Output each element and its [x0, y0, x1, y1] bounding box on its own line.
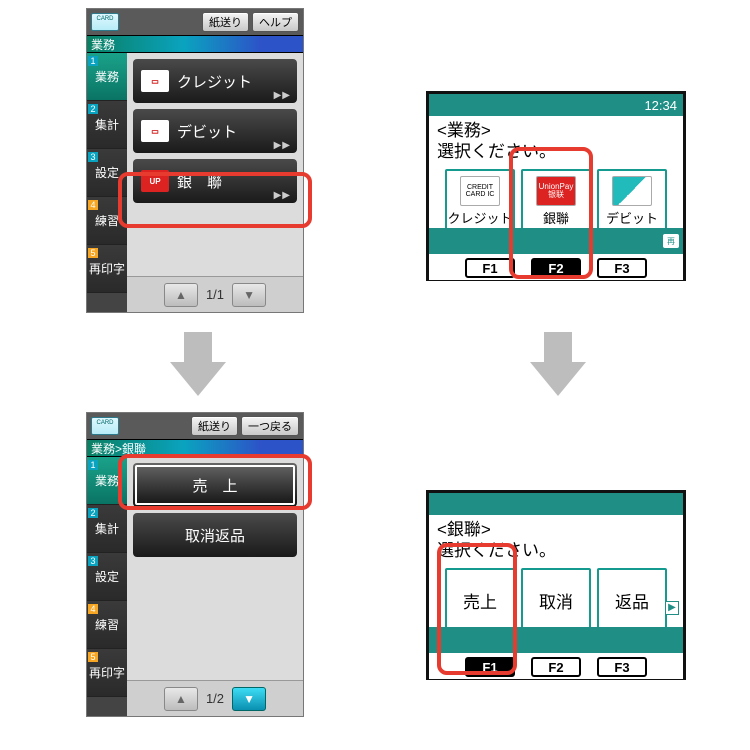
- help-button[interactable]: ヘルプ: [252, 12, 299, 32]
- menu-item-unionpay[interactable]: UP 銀 聯 ▶▶: [133, 159, 297, 203]
- side-tab-renshuu[interactable]: 4練習: [87, 197, 127, 245]
- side-tab-label: 練習: [95, 212, 119, 229]
- page-indicator: 1/1: [206, 287, 224, 302]
- side-tab-label: 業務: [95, 68, 119, 85]
- left-terminal-step1: CARD 紙送り ヘルプ 業務 1業務 2集計 3設定 4練習 5再印字 ▭ ク…: [86, 8, 304, 313]
- side-tab-label: 再印字: [89, 664, 125, 681]
- status-bar: 12:34: [429, 94, 683, 116]
- page-next-button[interactable]: ▼: [232, 283, 266, 307]
- fkey-f2[interactable]: F2: [531, 657, 581, 677]
- option-label: 取消: [539, 588, 573, 613]
- side-tab-label: 再印字: [89, 260, 125, 277]
- clock: 12:34: [644, 98, 677, 113]
- credit-card-icon: CREDIT CARD IC: [460, 176, 500, 206]
- side-tab-saiinji[interactable]: 5再印字: [87, 649, 127, 697]
- back-button[interactable]: 一つ戻る: [241, 416, 299, 436]
- option-label: 売上: [463, 588, 497, 613]
- more-indicator-icon: ▶▶: [274, 140, 291, 151]
- unionpay-icon: UP: [141, 170, 169, 192]
- option-henpin[interactable]: 返品: [597, 568, 667, 634]
- option-torikeshi[interactable]: 取消: [521, 568, 591, 634]
- option-unionpay[interactable]: UnionPay 银联 銀聯: [521, 169, 591, 235]
- fkey-f1[interactable]: F1: [465, 258, 515, 278]
- screen-title: <銀聯> 選択ください。: [437, 519, 675, 562]
- credit-card-icon: ▭: [141, 70, 169, 92]
- side-tab-label: 練習: [95, 616, 119, 633]
- side-tab-label: 集計: [95, 520, 119, 537]
- menu-item-label: クレジット: [177, 71, 252, 92]
- paper-feed-button[interactable]: 紙送り: [202, 12, 249, 32]
- side-tab-label: 集計: [95, 116, 119, 133]
- side-tab-settei[interactable]: 3設定: [87, 553, 127, 601]
- menu-item-torikeshi[interactable]: 取消返品: [133, 513, 297, 557]
- page-next-button[interactable]: ▼: [232, 687, 266, 711]
- footer-bar: 再: [429, 228, 683, 254]
- toolbar: CARD 紙送り 一つ戻る: [87, 413, 303, 439]
- side-tab-renshuu[interactable]: 4練習: [87, 601, 127, 649]
- menu-item-label: 銀 聯: [177, 171, 222, 192]
- side-tab-strip: 1業務 2集計 3設定 4練習 5再印字: [87, 457, 127, 716]
- menu-item-debit[interactable]: ▭ デビット ▶▶: [133, 109, 297, 153]
- side-tab-label: 設定: [95, 568, 119, 585]
- fkey-f3[interactable]: F3: [597, 657, 647, 677]
- fkey-f3[interactable]: F3: [597, 258, 647, 278]
- fkey-f1[interactable]: F1: [465, 657, 515, 677]
- step-arrow-icon: [530, 332, 586, 396]
- menu-item-label: 取消返品: [185, 525, 245, 546]
- card-badge-icon: CARD: [91, 13, 119, 31]
- pager: ▲ 1/2 ▼: [127, 680, 303, 716]
- page-prev-button[interactable]: ▲: [164, 687, 198, 711]
- screen-title: <業務> 選択ください。: [437, 120, 675, 163]
- paper-feed-button[interactable]: 紙送り: [191, 416, 238, 436]
- option-uriage[interactable]: 売上: [445, 568, 515, 634]
- side-tab-gyoumu[interactable]: 1業務: [87, 457, 127, 505]
- right-terminal-step1: 12:34 <業務> 選択ください。 CREDIT CARD IC クレジット …: [426, 91, 686, 281]
- side-tab-label: 設定: [95, 164, 119, 181]
- option-label: クレジット: [447, 208, 512, 227]
- side-tab-label: 業務: [95, 472, 119, 489]
- status-bar: [429, 493, 683, 515]
- option-label: 銀聯: [543, 208, 569, 227]
- side-tab-settei[interactable]: 3設定: [87, 149, 127, 197]
- debit-card-icon: ▭: [141, 120, 169, 142]
- fkey-f2[interactable]: F2: [531, 258, 581, 278]
- breadcrumb: 業務: [87, 35, 303, 53]
- fkey-row: F1 F2 F3: [429, 653, 683, 679]
- footer-bar: ▶: [429, 627, 683, 653]
- option-label: 返品: [615, 588, 649, 613]
- breadcrumb: 業務>銀聯: [87, 439, 303, 457]
- side-tab-shuukei[interactable]: 2集計: [87, 101, 127, 149]
- card-badge-icon: CARD: [91, 417, 119, 435]
- option-label: デビット: [606, 208, 658, 227]
- right-terminal-step2: <銀聯> 選択ください。 売上 取消 返品 ▶ F1 F2 F3: [426, 490, 686, 680]
- pager: ▲ 1/1 ▼: [127, 276, 303, 312]
- toolbar: CARD 紙送り ヘルプ: [87, 9, 303, 35]
- scroll-right-icon[interactable]: ▶: [665, 601, 679, 615]
- unionpay-icon: UnionPay 银联: [536, 176, 576, 206]
- menu-item-uriage[interactable]: 売 上: [133, 463, 297, 507]
- page-prev-button[interactable]: ▲: [164, 283, 198, 307]
- reprint-chip[interactable]: 再: [663, 234, 679, 248]
- fkey-row: F1 F2 F3: [429, 254, 683, 280]
- menu-item-label: デビット: [177, 121, 237, 142]
- debit-card-icon: [612, 176, 652, 206]
- menu-item-credit[interactable]: ▭ クレジット ▶▶: [133, 59, 297, 103]
- option-credit[interactable]: CREDIT CARD IC クレジット: [445, 169, 515, 235]
- side-tab-gyoumu[interactable]: 1業務: [87, 53, 127, 101]
- step-arrow-icon: [170, 332, 226, 396]
- menu-item-label: 売 上: [192, 475, 237, 496]
- page-indicator: 1/2: [206, 691, 224, 706]
- option-debit[interactable]: デビット: [597, 169, 667, 235]
- side-tab-saiinji[interactable]: 5再印字: [87, 245, 127, 293]
- side-tab-strip: 1業務 2集計 3設定 4練習 5再印字: [87, 53, 127, 312]
- side-tab-shuukei[interactable]: 2集計: [87, 505, 127, 553]
- left-terminal-step2: CARD 紙送り 一つ戻る 業務>銀聯 1業務 2集計 3設定 4練習 5再印字…: [86, 412, 304, 717]
- more-indicator-icon: ▶▶: [274, 90, 291, 101]
- more-indicator-icon: ▶▶: [274, 190, 291, 201]
